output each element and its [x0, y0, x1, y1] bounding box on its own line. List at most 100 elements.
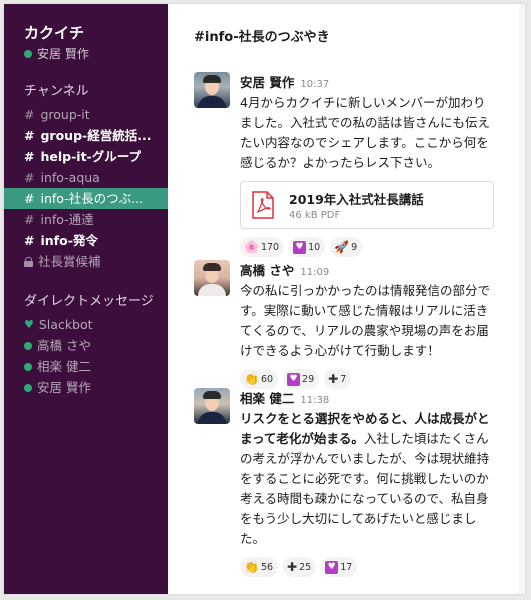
clap-icon: 👏 [244, 560, 259, 574]
dm-item-yasui[interactable]: 安居 賢作 [4, 377, 168, 398]
presence-dot-icon [24, 341, 32, 350]
hash-icon: # [24, 149, 35, 164]
channel-label: info-aqua [40, 170, 100, 185]
message-plain-text: 入社した頃はたくさんの考えが浮かんでいましたが、今は現状維持をすることに必死です… [240, 431, 490, 546]
channel-label: 社長賞候補 [38, 254, 101, 269]
sidebar-item-shachosho[interactable]: 社長賞候補 [4, 251, 168, 272]
reaction-cherry-blossom[interactable]: 🌸 170 [240, 237, 285, 257]
hash-icon: # [24, 128, 35, 143]
message-header: 安居 賢作 10:37 [240, 72, 494, 91]
reaction-heart[interactable]: ♥ 10 [289, 237, 326, 257]
avatar-body-shape [198, 412, 226, 424]
purple-heart-icon: ♥ [325, 560, 339, 574]
reaction-heart[interactable]: ♥ 17 [321, 557, 358, 577]
reaction-rocket[interactable]: 🚀 9 [330, 237, 363, 257]
message-header: 高橋 さや 11:09 [240, 260, 494, 279]
channel-label: help-it-グループ [40, 149, 141, 164]
reaction-plus[interactable]: ✚ 25 [283, 557, 317, 577]
purple-heart-icon: ♥ [287, 372, 301, 386]
channel-title[interactable]: #info-社長のつぶやき [194, 26, 330, 45]
reaction-count: 56 [260, 561, 274, 573]
scrollbar[interactable] [519, 4, 525, 594]
message[interactable]: 安居 賢作 10:37 4月からカクイチに新しいメンバーが加わりました。入社式で… [194, 72, 494, 257]
team-name[interactable]: カクイチ [24, 24, 168, 43]
sidebar-item-group-it[interactable]: # group-it [4, 104, 168, 125]
reaction-count: 60 [260, 373, 274, 385]
sidebar-item-help-it[interactable]: # help-it-グループ [4, 146, 168, 167]
team-header[interactable]: カクイチ 安居 賢作 [4, 24, 168, 62]
avatar-body-shape [198, 284, 226, 296]
dm-label: 相楽 健二 [37, 359, 91, 374]
reactions: 👏 60 ♥ 29 ✚ 7 [240, 369, 494, 389]
sidebar-item-info-hatsurei[interactable]: # info-発令 [4, 230, 168, 251]
dm-item-slackbot[interactable]: ♥ Slackbot [4, 314, 168, 335]
avatar-hair-shape [203, 391, 221, 399]
channel-label: info-社長のつぶ... [40, 191, 144, 206]
file-info: 2019年入社式社長講話 46 kB PDF [289, 189, 424, 221]
channel-label: group-経営統括... [40, 128, 152, 143]
hash-icon: # [24, 233, 35, 248]
reaction-count: 9 [351, 241, 358, 253]
file-name[interactable]: 2019年入社式社長講話 [289, 189, 424, 208]
timestamp[interactable]: 11:09 [300, 267, 329, 278]
slack-window: カクイチ 安居 賢作 チャンネル # group-it # group-経営統括… [4, 4, 525, 594]
file-meta: 46 kB PDF [289, 210, 341, 221]
author-name[interactable]: 安居 賢作 [240, 72, 294, 91]
purple-heart-icon: ♥ [293, 240, 307, 254]
message-body: 相楽 健二 11:38 リスクをとる選択をやめると、人は成長がとまって老化が始ま… [240, 388, 494, 577]
heart-icon: ♥ [24, 318, 34, 331]
dm-label: 高橋 さや [37, 338, 91, 353]
reaction-clap[interactable]: 👏 60 [240, 369, 279, 389]
file-attachment[interactable]: 2019年入社式社長講話 46 kB PDF [240, 181, 494, 229]
sidebar-item-info-shacho[interactable]: # info-社長のつぶ... [4, 188, 168, 209]
dm-label: Slackbot [38, 317, 93, 332]
rocket-icon: 🚀 [334, 240, 350, 254]
sidebar-item-info-tsutatsu[interactable]: # info-通達 [4, 209, 168, 230]
reactions: 🌸 170 ♥ 10 🚀 9 [240, 237, 494, 257]
message-text: 4月からカクイチに新しいメンバーが加わりました。入社式での私の話は皆さんにも伝え… [240, 95, 491, 170]
reactions: 👏 56 ✚ 25 ♥ 17 [240, 557, 494, 577]
clap-icon: 👏 [244, 372, 259, 386]
plus-icon: ✚ [287, 560, 298, 574]
avatar[interactable] [194, 72, 230, 108]
reaction-count: 25 [299, 561, 312, 573]
plus-icon: ✚ [328, 372, 339, 386]
hash-icon: # [24, 191, 35, 206]
message[interactable]: 相楽 健二 11:38 リスクをとる選択をやめると、人は成長がとまって老化が始ま… [194, 388, 494, 577]
timestamp[interactable]: 11:38 [300, 395, 329, 406]
dm-item-sagara[interactable]: 相楽 健二 [4, 356, 168, 377]
channels-section-title[interactable]: チャンネル [4, 83, 168, 101]
presence-dot-icon [24, 362, 32, 371]
reaction-heart[interactable]: ♥ 29 [283, 369, 320, 389]
channel-label: info-発令 [40, 233, 98, 248]
pdf-file-icon [251, 191, 275, 219]
avatar-body-shape [198, 96, 226, 108]
message-body: 高橋 さや 11:09 今の私に引っかかったのは情報発信の部分です。実際に動いて… [240, 260, 494, 389]
channel-label: info-通達 [40, 212, 94, 227]
hash-icon: # [24, 107, 35, 122]
dm-item-takahashi[interactable]: 高橋 さや [4, 335, 168, 356]
author-name[interactable]: 相楽 健二 [240, 388, 294, 407]
message-header: 相楽 健二 11:38 [240, 388, 494, 407]
reaction-clap[interactable]: 👏 56 [240, 557, 279, 577]
reaction-count: 170 [260, 241, 280, 253]
sidebar-item-info-aqua[interactable]: # info-aqua [4, 167, 168, 188]
reaction-plus[interactable]: ✚ 7 [324, 369, 352, 389]
message-text: リスクをとる選択をやめると、人は成長がとまって老化が始まる。入社した頃はたくさん… [240, 409, 494, 549]
avatar-hair-shape [203, 263, 221, 271]
sidebar-item-group-keiei[interactable]: # group-経営統括... [4, 125, 168, 146]
hash-icon: # [24, 212, 35, 227]
presence-dot-icon [24, 383, 32, 392]
message[interactable]: 高橋 さや 11:09 今の私に引っかかったのは情報発信の部分です。実際に動いて… [194, 260, 494, 389]
avatar[interactable] [194, 388, 230, 424]
reaction-count: 10 [308, 241, 321, 253]
timestamp[interactable]: 10:37 [300, 79, 329, 90]
cherry-blossom-icon: 🌸 [244, 240, 259, 254]
message-pane: #info-社長のつぶやき 安居 賢作 10:37 4月からカクイチに新しいメン… [168, 4, 525, 594]
author-name[interactable]: 高橋 さや [240, 260, 294, 279]
avatar[interactable] [194, 260, 230, 296]
dm-section-title[interactable]: ダイレクトメッセージ [4, 293, 168, 311]
hash-icon: # [24, 170, 35, 185]
reaction-count: 7 [340, 373, 347, 385]
current-user-name: 安居 賢作 [37, 47, 89, 61]
